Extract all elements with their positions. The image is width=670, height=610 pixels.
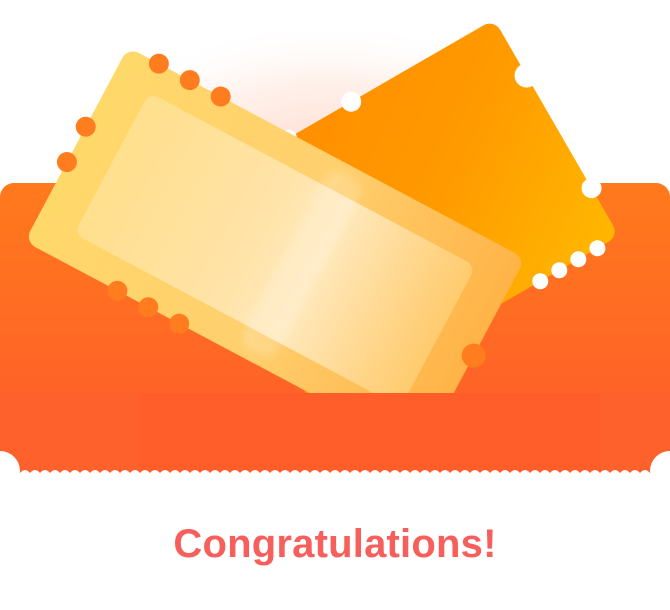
envelope-front-shade bbox=[140, 393, 600, 473]
envelope-serrated-edge bbox=[20, 470, 650, 480]
reward-illustration bbox=[0, 20, 670, 491]
congratulations-title: Congratulations! bbox=[173, 522, 497, 566]
